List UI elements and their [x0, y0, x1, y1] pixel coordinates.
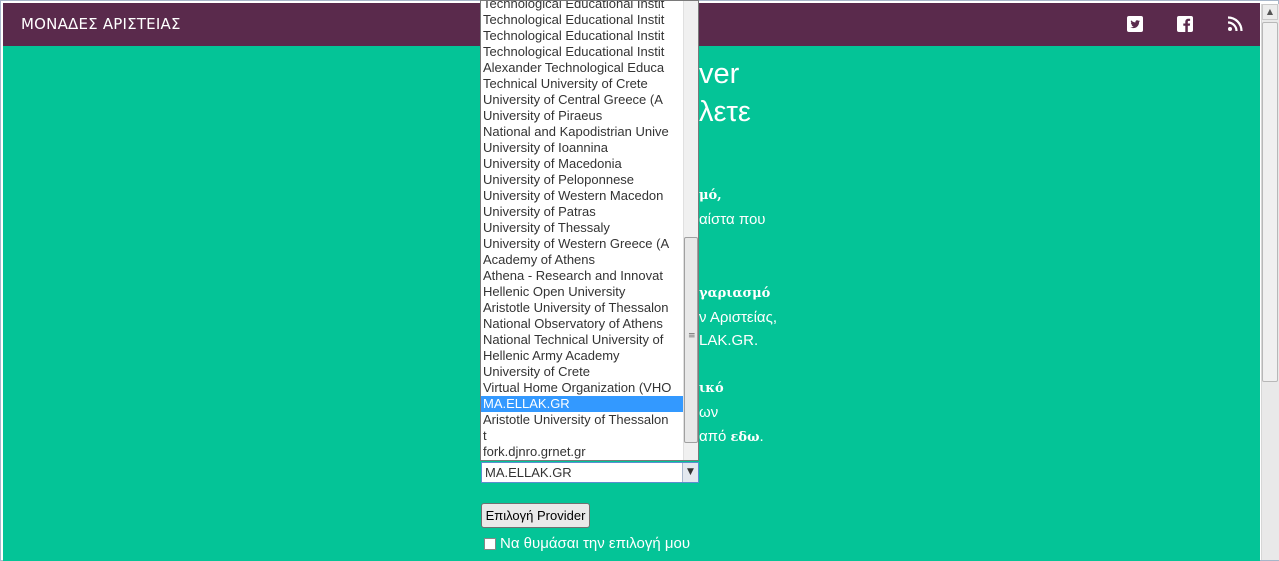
provider-option[interactable]: Athena - Research and Innovat	[481, 268, 683, 284]
provider-option[interactable]: Aristotle University of Thessalon	[481, 300, 683, 316]
provider-option[interactable]: Technical University of Crete	[481, 76, 683, 92]
provider-option[interactable]: fork.djnro.grnet.gr	[481, 444, 683, 460]
provider-option[interactable]: University of Crete	[481, 364, 683, 380]
provider-option[interactable]: University of Piraeus	[481, 108, 683, 124]
provider-options: Technological Educational Instit Technolo…	[481, 1, 683, 460]
provider-option[interactable]: Academy of Athens	[481, 252, 683, 268]
provider-select[interactable]: MA.ELLAK.GR ▼	[481, 462, 699, 483]
provider-option[interactable]: Alexander Technological Educa	[481, 60, 683, 76]
provider-option[interactable]: University of Western Greece (A	[481, 236, 683, 252]
provider-option[interactable]: t	[481, 428, 683, 444]
paragraph1-text-fragment: αίστα που	[699, 211, 766, 228]
provider-option[interactable]: MA.ELLAK.GR	[481, 396, 683, 412]
rss-icon[interactable]	[1226, 15, 1244, 33]
paragraph3-text-fragment: ων	[699, 404, 719, 421]
remember-choice-checkbox[interactable]	[484, 538, 496, 550]
provider-option[interactable]: Technological Educational Instit	[481, 28, 683, 44]
provider-option[interactable]: University of Macedonia	[481, 156, 683, 172]
page-heading-fragment-2: λετε	[699, 96, 751, 128]
page-heading-fragment: ver	[699, 58, 740, 90]
page-scroll-thumb[interactable]	[1262, 22, 1278, 382]
provider-option[interactable]: National and Kapodistrian Unive	[481, 124, 683, 140]
scroll-grip-icon: ≡	[688, 331, 696, 341]
provider-option[interactable]: University of Thessaly	[481, 220, 683, 236]
provider-option[interactable]: Virtual Home Organization (VHO	[481, 380, 683, 396]
site-brand[interactable]: ΜΟΝΑΔΕΣ ΑΡΙΣΤΕΙΑΣ	[21, 15, 181, 33]
facebook-icon[interactable]	[1176, 15, 1194, 33]
provider-select-value: MA.ELLAK.GR	[485, 465, 572, 480]
provider-option[interactable]: Technological Educational Instit	[481, 12, 683, 28]
scroll-up-arrow-icon[interactable]: ▲	[1262, 4, 1278, 20]
provider-option[interactable]: University of Ioannina	[481, 140, 683, 156]
provider-option[interactable]: Technological Educational Instit	[481, 1, 683, 12]
paragraph2-text-fragment-2: LAK.GR.	[699, 332, 759, 349]
provider-option[interactable]: National Technical University of	[481, 332, 683, 348]
provider-dropdown-list[interactable]: Technological Educational Instit Technolo…	[480, 0, 699, 461]
paragraph1-bold-fragment: μό,	[699, 188, 722, 203]
provider-option[interactable]: Hellenic Open University	[481, 284, 683, 300]
provider-option[interactable]: Hellenic Army Academy	[481, 348, 683, 364]
paragraph2-bold-fragment: γαριασμό	[699, 286, 771, 301]
provider-option[interactable]: Technological Educational Instit	[481, 44, 683, 60]
provider-option[interactable]: National Observatory of Athens	[481, 316, 683, 332]
provider-option[interactable]: University of Western Macedon	[481, 188, 683, 204]
paragraph2-text-fragment: ν Αριστείας,	[699, 309, 777, 326]
provider-option[interactable]: University of Central Greece (A	[481, 92, 683, 108]
here-link[interactable]: εδω	[731, 430, 760, 445]
provider-option[interactable]: University of Patras	[481, 204, 683, 220]
remember-choice-label: Να θυμάσαι την επιλογή μου	[500, 535, 691, 552]
chevron-down-icon[interactable]: ▼	[682, 463, 698, 482]
provider-option[interactable]: University of Peloponnese	[481, 172, 683, 188]
provider-option[interactable]: Aristotle University of Thessalon	[481, 412, 683, 428]
twitter-icon[interactable]	[1126, 15, 1144, 33]
paragraph3-bold-fragment: ικό	[699, 381, 724, 396]
paragraph3-text-fragment-2: από εδω.	[699, 428, 764, 445]
select-provider-button[interactable]: Επιλογή Provider	[481, 503, 590, 528]
